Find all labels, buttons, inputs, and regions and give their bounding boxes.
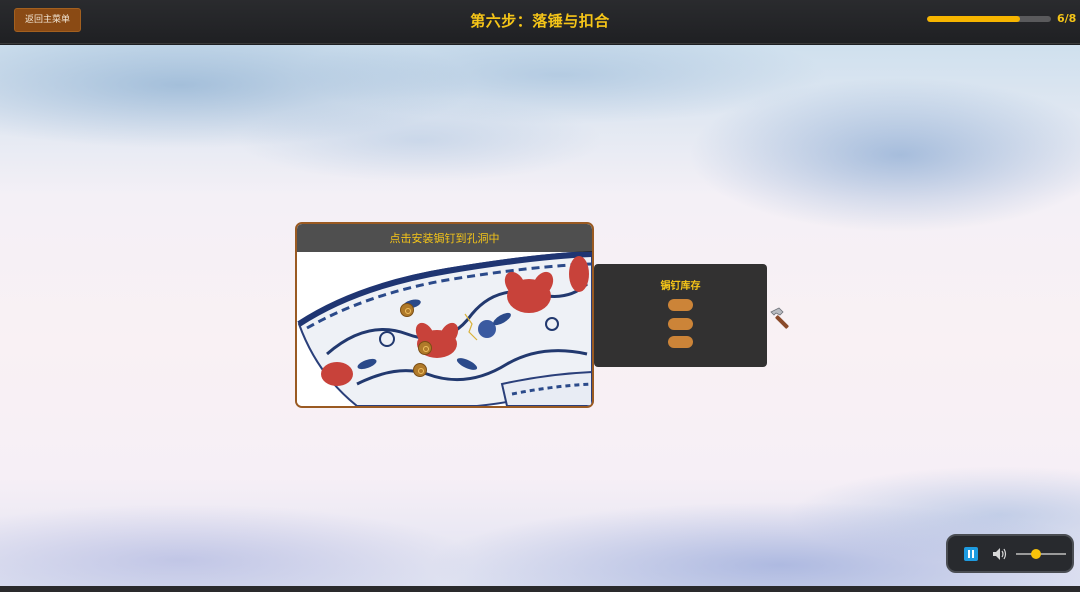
rivet-inventory: 锔钉库存	[594, 264, 767, 367]
step-title: 第六步：落锤与扣合	[470, 12, 610, 30]
progress-bar	[927, 16, 1051, 22]
bottom-strip	[0, 586, 1080, 592]
volume-slider[interactable]	[1016, 549, 1066, 559]
top-bar: 返回主菜单 第六步：落锤与扣合 6/8	[0, 0, 1080, 44]
audio-control	[946, 534, 1074, 573]
volume-knob[interactable]	[1031, 549, 1041, 559]
progress-text: 6/8	[1057, 12, 1077, 25]
rivet-item[interactable]	[668, 318, 693, 330]
vase-panel: 点击安装锔钉到孔洞中	[295, 222, 594, 408]
pause-button[interactable]	[964, 547, 978, 561]
hammer-icon[interactable]	[769, 306, 793, 330]
rivet-hole[interactable]	[413, 363, 427, 377]
rivet-item[interactable]	[668, 336, 693, 348]
inventory-title: 锔钉库存	[660, 281, 701, 292]
rivet-item[interactable]	[668, 299, 693, 311]
progress-fill	[927, 16, 1020, 22]
rivet-hole[interactable]	[400, 303, 414, 317]
instruction-banner: 点击安装锔钉到孔洞中	[297, 224, 592, 252]
rivet-hole[interactable]	[418, 341, 432, 355]
volume-icon[interactable]	[993, 548, 1007, 560]
